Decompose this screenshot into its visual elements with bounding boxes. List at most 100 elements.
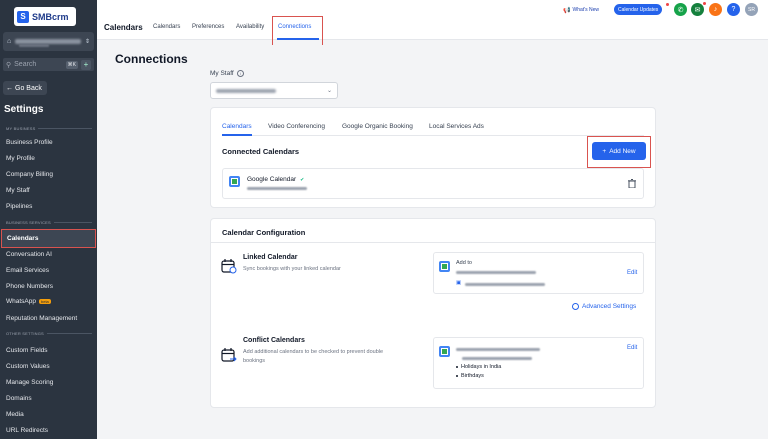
sidebar-item-company-billing[interactable]: Company Billing bbox=[6, 168, 92, 180]
sidebar-item-my-profile[interactable]: My Profile bbox=[6, 152, 92, 164]
active-subtab-indicator bbox=[222, 134, 252, 136]
page-section-title: Calendars bbox=[104, 23, 143, 32]
google-calendar-icon bbox=[439, 346, 450, 357]
tab-calendars[interactable]: Calendars bbox=[153, 24, 180, 30]
account-subtitle bbox=[19, 44, 49, 47]
google-calendar-label: Google Calendar bbox=[247, 176, 297, 183]
chevron-updown-icon: ⇕ bbox=[84, 39, 90, 45]
arrow-left-icon: ← bbox=[6, 84, 13, 92]
linked-email-1 bbox=[456, 271, 536, 274]
conflict-calendar-icon bbox=[221, 348, 237, 362]
whatsapp-label: WhatsApp bbox=[6, 297, 36, 305]
sidebar-item-business-profile[interactable]: Business Profile bbox=[6, 136, 92, 148]
staff-select[interactable]: ⌄ bbox=[210, 82, 338, 99]
google-calendar-name: Google Calendar ✔ bbox=[247, 176, 304, 183]
sidebar-item-calendars[interactable]: Calendars bbox=[1, 229, 96, 248]
subtab-divider bbox=[222, 135, 644, 136]
sidebar-item-domains[interactable]: Domains bbox=[6, 392, 92, 404]
page-title: Connections bbox=[115, 52, 188, 66]
info-icon[interactable]: i bbox=[236, 70, 244, 77]
google-calendar-icon bbox=[439, 261, 450, 272]
location-icon: ⌂ bbox=[7, 38, 12, 45]
subtab-video-conferencing[interactable]: Video Conferencing bbox=[268, 123, 325, 130]
logo-icon: S bbox=[17, 10, 29, 23]
account-switcher[interactable]: ⌂ ⇕ bbox=[3, 32, 94, 51]
linked-edit-button[interactable]: Edit bbox=[627, 270, 637, 276]
quick-add-button[interactable]: + bbox=[81, 59, 91, 70]
sidebar-item-phone-numbers[interactable]: Phone Numbers bbox=[6, 280, 92, 292]
connected-calendars-title: Connected Calendars bbox=[222, 147, 300, 156]
linked-calendar-title: Linked Calendar bbox=[243, 254, 298, 261]
calendar-updates-button[interactable]: Calendar Updates bbox=[614, 4, 663, 15]
chat-icon[interactable]: ✉ bbox=[691, 3, 704, 16]
top-bar: Calendars Calendars Preferences Availabi… bbox=[97, 0, 768, 45]
google-account-email bbox=[247, 187, 307, 190]
search-shortcut: ⌘K bbox=[65, 60, 78, 69]
sidebar-item-whatsapp[interactable]: WhatsApp beta bbox=[6, 295, 92, 307]
avatar[interactable]: SR bbox=[745, 3, 758, 16]
staff-select-value bbox=[216, 88, 276, 93]
conflict-account-email bbox=[456, 348, 540, 351]
sidebar-item-media[interactable]: Media bbox=[6, 408, 92, 420]
sidebar-item-my-staff[interactable]: My Staff bbox=[6, 184, 92, 196]
add-new-button[interactable]: + Add New bbox=[592, 142, 646, 160]
active-tab-indicator bbox=[277, 38, 319, 40]
sidebar-item-url-redirects[interactable]: URL Redirects bbox=[6, 424, 92, 436]
advanced-settings-link[interactable]: Advanced Settings bbox=[572, 303, 636, 310]
conflict-calendars-title: Conflict Calendars bbox=[243, 337, 305, 344]
my-staff-text: My Staff bbox=[210, 70, 234, 77]
add-new-label: Add New bbox=[609, 147, 636, 155]
google-calendar-icon bbox=[229, 176, 240, 187]
megaphone-icon: 📢 bbox=[563, 7, 571, 14]
search-icon: ⚲ bbox=[6, 61, 12, 69]
conflict-calendars-box bbox=[433, 337, 644, 389]
tab-availability[interactable]: Availability bbox=[236, 24, 264, 30]
subtab-calendars[interactable]: Calendars bbox=[222, 123, 252, 130]
chevron-down-icon: ⌄ bbox=[326, 88, 332, 94]
go-back-button[interactable]: ← Go Back bbox=[3, 81, 47, 95]
trash-icon[interactable] bbox=[628, 179, 636, 188]
help-icon[interactable]: ? bbox=[727, 3, 740, 16]
sidebar-item-pipelines[interactable]: Pipelines bbox=[6, 200, 92, 212]
advanced-settings-label: Advanced Settings bbox=[582, 303, 637, 310]
sidebar-item-conversation-ai[interactable]: Conversation AI bbox=[6, 248, 92, 260]
phone-icon[interactable]: ✆ bbox=[674, 3, 687, 16]
settings-title: Settings bbox=[4, 104, 44, 115]
chat-notification-dot bbox=[703, 2, 706, 5]
whats-new-button[interactable]: 📢 What's New bbox=[563, 5, 599, 15]
bell-icon[interactable]: ♪ bbox=[709, 3, 722, 16]
whats-new-label: What's New bbox=[572, 7, 600, 13]
linked-calendar-desc: Sync bookings with your linked calendar bbox=[243, 266, 341, 272]
calendar-configuration-title: Calendar Configuration bbox=[222, 228, 306, 237]
plus-icon: + bbox=[602, 147, 607, 155]
sidebar-item-custom-values[interactable]: Custom Values bbox=[6, 360, 92, 372]
conflict-calendars-desc-2: bookings bbox=[243, 358, 266, 364]
section-other-settings: OTHER SETTINGS bbox=[6, 331, 92, 336]
conflict-calendars-desc-1: Add additional calendars to be checked t… bbox=[243, 349, 384, 355]
conflict-edit-button[interactable]: Edit bbox=[627, 345, 637, 351]
tab-preferences[interactable]: Preferences bbox=[192, 24, 224, 30]
search-input[interactable]: ⚲ Search ⌘K + bbox=[3, 58, 94, 71]
add-to-label: Add to bbox=[456, 260, 472, 266]
sidebar-item-reputation-management[interactable]: Reputation Management bbox=[6, 312, 92, 324]
config-divider bbox=[210, 242, 656, 243]
sidebar-item-email-services[interactable]: Email Services bbox=[6, 264, 92, 276]
logo-text: SMBcrm bbox=[32, 11, 69, 22]
tab-connections[interactable]: Connections bbox=[278, 24, 311, 30]
my-staff-label: My Staff i bbox=[210, 70, 244, 77]
google-calendar-connection bbox=[222, 168, 644, 199]
section-my-business: MY BUSINESS bbox=[6, 126, 92, 131]
calendar-small-icon: ▣ bbox=[456, 280, 462, 286]
subtab-google-organic-booking[interactable]: Google Organic Booking bbox=[342, 123, 413, 130]
beta-badge: beta bbox=[39, 298, 51, 304]
sidebar-item-custom-fields[interactable]: Custom Fields bbox=[6, 344, 92, 356]
linked-email-2 bbox=[465, 283, 545, 286]
go-back-label: Go Back bbox=[15, 84, 42, 92]
search-placeholder: Search bbox=[14, 61, 37, 68]
conflict-item-email bbox=[462, 357, 532, 360]
conflict-item-holidays: Holidays in India bbox=[456, 364, 501, 370]
app-logo[interactable]: S SMBcrm bbox=[14, 7, 76, 26]
subtab-local-services-ads[interactable]: Local Services Ads bbox=[429, 123, 484, 130]
gear-icon bbox=[572, 303, 579, 310]
sidebar-item-manage-scoring[interactable]: Manage Scoring bbox=[6, 376, 92, 388]
